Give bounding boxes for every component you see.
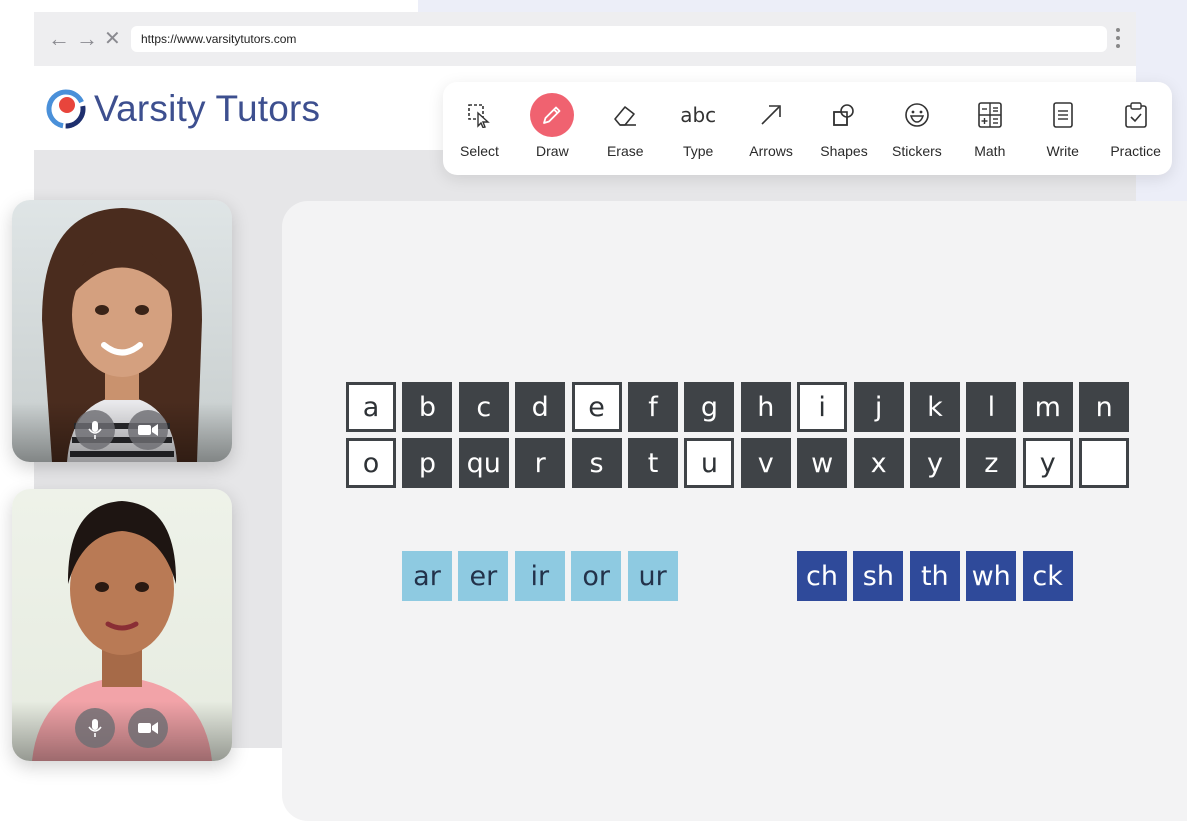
- select-icon: [457, 93, 501, 137]
- logo-mark-icon: [46, 89, 86, 129]
- calculator-icon: [968, 93, 1012, 137]
- camera-icon[interactable]: [128, 410, 168, 450]
- tool-label: Arrows: [749, 143, 793, 159]
- student-video-tile: [12, 200, 232, 462]
- letter-tile[interactable]: l: [966, 382, 1017, 432]
- back-icon[interactable]: ←: [48, 28, 70, 50]
- tool-label: Erase: [606, 143, 644, 159]
- arrow-icon: [749, 93, 793, 137]
- forward-icon[interactable]: →: [76, 28, 98, 50]
- tool-math[interactable]: Math: [953, 82, 1026, 175]
- tool-label: Select: [459, 143, 499, 159]
- letter-tile[interactable]: w: [797, 438, 848, 488]
- shapes-icon: [822, 93, 866, 137]
- camera-icon[interactable]: [128, 708, 168, 748]
- whiteboard-canvas[interactable]: [282, 201, 1187, 821]
- clipboard-icon: [1114, 93, 1158, 137]
- url-text: https://www.varsitytutors.com: [141, 32, 297, 46]
- letter-tile[interactable]: m: [1022, 382, 1073, 432]
- abc-icon: abc: [680, 103, 717, 127]
- whiteboard-toolbar: Select Draw Erase abc Type Arrows Shapes Sticke…: [443, 82, 1172, 175]
- tool-label: Practice: [1110, 143, 1161, 159]
- tool-label: Write: [1046, 143, 1079, 159]
- letter-tile[interactable]: ch: [797, 551, 847, 601]
- letter-tile[interactable]: o: [346, 438, 396, 488]
- eraser-icon: [603, 93, 647, 137]
- tool-label: Draw: [536, 143, 569, 159]
- letter-tile[interactable]: g: [684, 382, 735, 432]
- letter-tile[interactable]: th: [909, 551, 960, 601]
- letter-tile[interactable]: e: [571, 382, 622, 432]
- letter-tile[interactable]: or: [571, 551, 622, 601]
- letter-tile[interactable]: k: [910, 382, 960, 432]
- tool-shapes[interactable]: Shapes: [808, 82, 881, 175]
- letter-tile[interactable]: f: [628, 382, 678, 432]
- letter-tile[interactable]: s: [571, 438, 622, 488]
- letter-tile[interactable]: y: [910, 438, 960, 488]
- letter-tile[interactable]: h: [740, 382, 791, 432]
- tool-erase[interactable]: Erase: [589, 82, 662, 175]
- letter-tile[interactable]: sh: [853, 551, 904, 601]
- letter-tile[interactable]: v: [740, 438, 791, 488]
- tool-arrows[interactable]: Arrows: [735, 82, 808, 175]
- letter-tile[interactable]: d: [515, 382, 566, 432]
- tool-label: Type: [682, 143, 714, 159]
- document-icon: [1041, 93, 1085, 137]
- tool-draw[interactable]: Draw: [516, 82, 589, 175]
- letter-tile[interactable]: ar: [402, 551, 452, 601]
- letter-tile[interactable]: t: [628, 438, 678, 488]
- letter-tile[interactable]: ck: [1022, 551, 1073, 601]
- varsity-tutors-logo[interactable]: Varsity Tutors: [46, 84, 320, 134]
- tool-type[interactable]: abc Type: [662, 82, 735, 175]
- letter-tile[interactable]: u: [684, 438, 735, 488]
- letter-tile[interactable]: r: [515, 438, 566, 488]
- tool-select[interactable]: Select: [443, 82, 516, 175]
- letter-tile[interactable]: n: [1079, 382, 1130, 432]
- tool-stickers[interactable]: Stickers: [880, 82, 953, 175]
- smiley-icon: [895, 93, 939, 137]
- letter-tile[interactable]: j: [853, 382, 904, 432]
- letter-tile[interactable]: x: [853, 438, 904, 488]
- tool-write[interactable]: Write: [1026, 82, 1099, 175]
- address-bar[interactable]: https://www.varsitytutors.com: [131, 26, 1107, 52]
- mic-icon[interactable]: [75, 410, 115, 450]
- pencil-icon: [530, 93, 575, 137]
- letter-tile[interactable]: ur: [627, 551, 678, 601]
- blank-tile[interactable]: [1079, 438, 1130, 488]
- letter-tile[interactable]: a: [346, 382, 396, 432]
- letter-tile[interactable]: b: [402, 382, 453, 432]
- tool-practice[interactable]: Practice: [1099, 82, 1172, 175]
- tool-label: Shapes: [820, 143, 868, 159]
- browser-toolbar: ← → ✕ https://www.varsitytutors.com: [34, 12, 1136, 66]
- mic-icon[interactable]: [75, 708, 115, 748]
- letter-tile[interactable]: p: [402, 438, 453, 488]
- tutor-video-tile: [12, 489, 232, 761]
- letter-tile[interactable]: i: [797, 382, 848, 432]
- letter-tile[interactable]: y: [1022, 438, 1073, 488]
- letter-tile[interactable]: qu: [458, 438, 509, 488]
- browser-menu-icon[interactable]: [1113, 26, 1123, 52]
- letter-tile[interactable]: ir: [514, 551, 565, 601]
- letter-tile[interactable]: c: [458, 382, 509, 432]
- logo-text: Varsity Tutors: [94, 88, 321, 129]
- letter-tile[interactable]: wh: [966, 551, 1017, 601]
- tool-label: Math: [974, 143, 1006, 159]
- letter-tile[interactable]: z: [966, 438, 1017, 488]
- letter-tile[interactable]: er: [458, 551, 509, 601]
- tool-label: Stickers: [891, 143, 942, 159]
- stop-icon[interactable]: ✕: [104, 28, 121, 50]
